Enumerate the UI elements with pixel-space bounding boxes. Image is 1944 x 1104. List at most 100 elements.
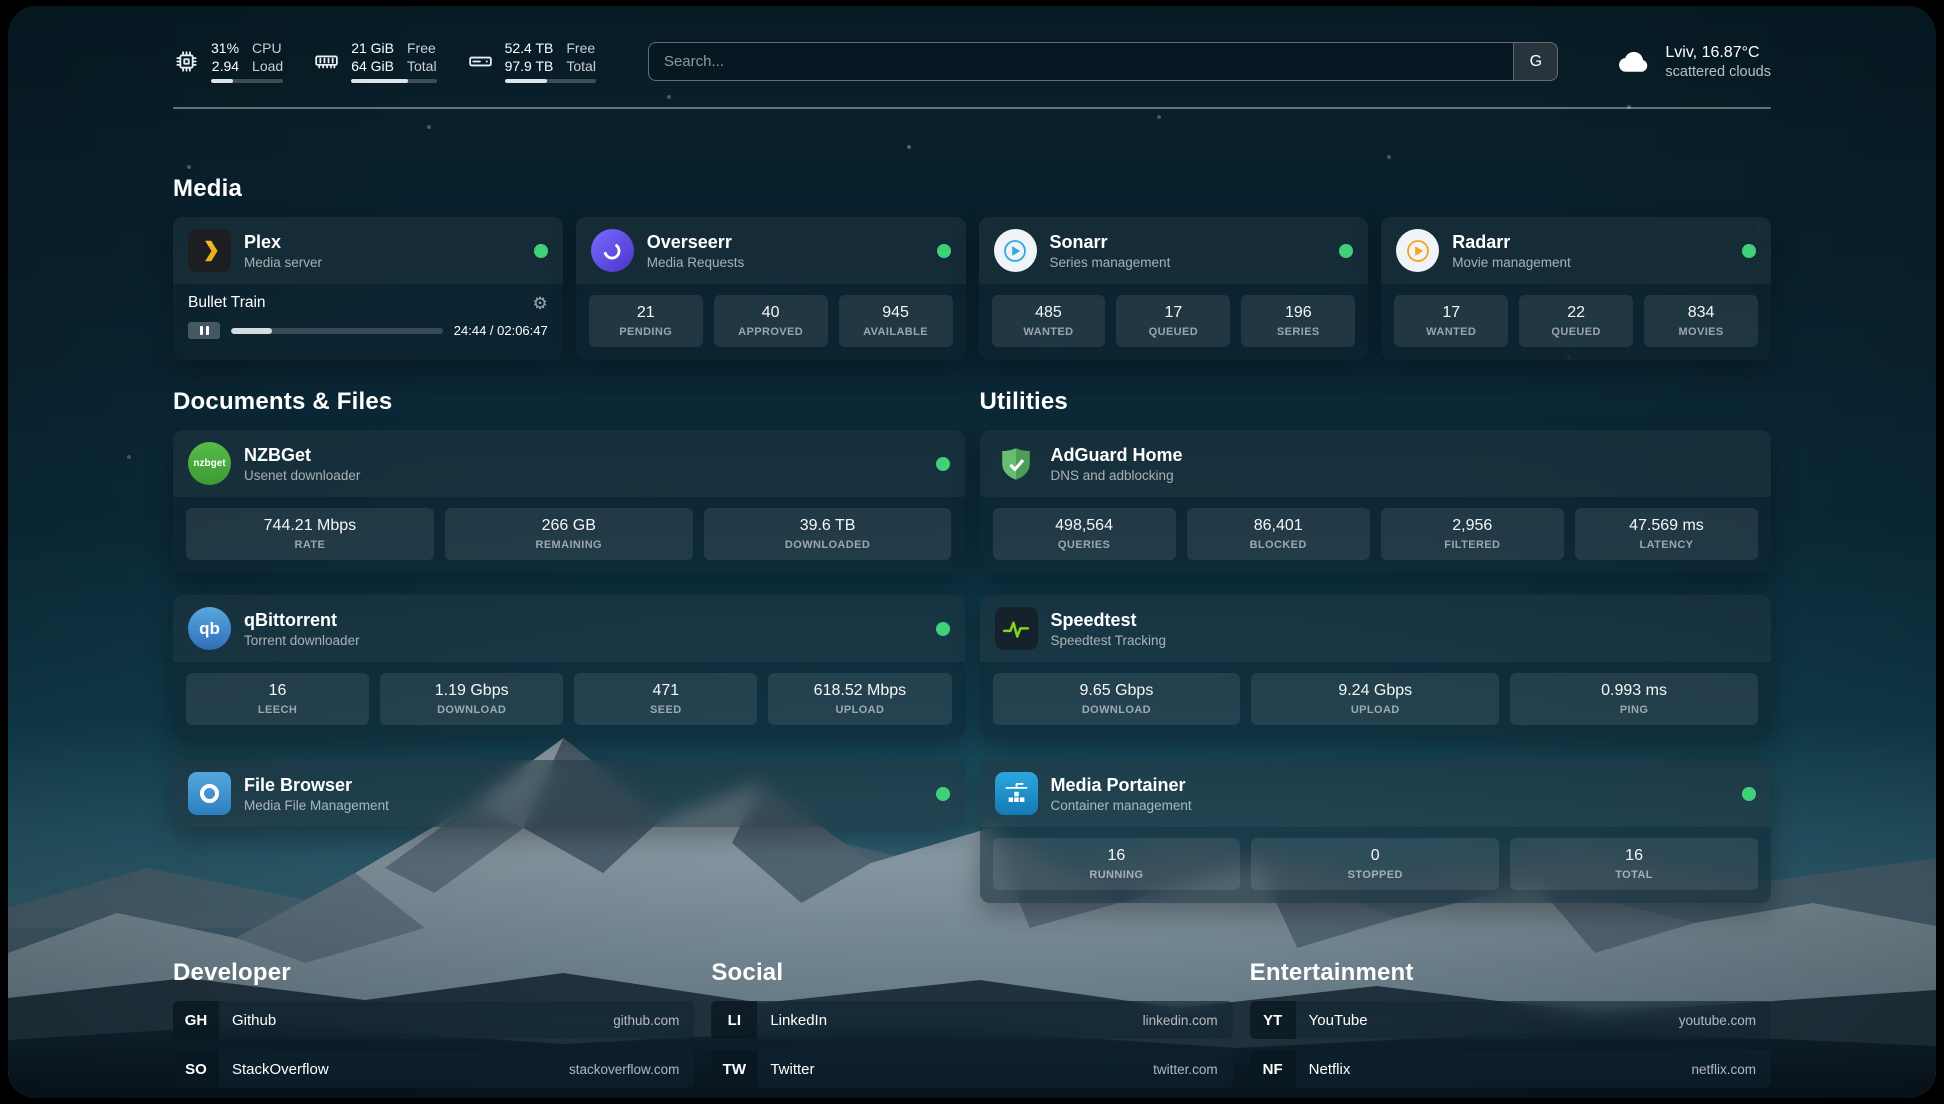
bookmark-group-developer: Developer GH Github github.com SO StackO… [173, 959, 694, 1098]
stat-box: 40 APPROVED [714, 295, 828, 347]
service-title: qBittorrent [244, 609, 360, 631]
memory-widget: 21 GiB Free 64 GiB Total [313, 40, 436, 83]
bookmark-abbr: TW [711, 1050, 757, 1088]
service-card-sonarr: Sonarr Series management 485 WANTED 17 Q… [979, 217, 1369, 360]
bookmark-linkedin[interactable]: LI LinkedIn linkedin.com [711, 1001, 1232, 1039]
service-subtitle: Series management [1050, 254, 1171, 271]
stat-box: 16 LEECH [186, 673, 369, 725]
bookmark-name: Netflix [1296, 1061, 1351, 1078]
service-meta: Radarr Movie management [1452, 231, 1571, 271]
bookmark-domain: youtube.com [1679, 1013, 1771, 1028]
radarr-icon [1396, 229, 1439, 272]
bookmark-abbr: LI [711, 1001, 757, 1039]
stat-box: 39.6 TB DOWNLOADED [704, 508, 952, 560]
bookmarks-row: Developer GH Github github.com SO StackO… [173, 959, 1771, 1098]
service-subtitle: Media Requests [647, 254, 745, 271]
sonarr-icon [994, 229, 1037, 272]
playback-progress-bar[interactable] [231, 328, 443, 334]
section-title-entertainment: Entertainment [1250, 959, 1771, 987]
status-dot [1742, 787, 1756, 801]
service-link-adguard[interactable]: AdGuard Home DNS and adblocking [980, 430, 1772, 497]
service-stats: 21 PENDING 40 APPROVED 945 AVAILABLE [576, 284, 966, 360]
bookmark-name: Twitter [757, 1061, 814, 1078]
section-title-documents: Documents & Files [173, 388, 965, 416]
adguard-shield-icon [995, 442, 1038, 485]
filebrowser-icon [188, 772, 231, 815]
service-stats: 9.65 Gbps DOWNLOAD 9.24 Gbps UPLOAD 0.99… [980, 662, 1772, 738]
service-link-sonarr[interactable]: Sonarr Series management [979, 217, 1369, 284]
service-stats: 16 LEECH 1.19 Gbps DOWNLOAD 471 SEED 6 [173, 662, 965, 738]
bookmark-group-social: Social LI LinkedIn linkedin.com TW Twitt… [711, 959, 1232, 1098]
media-card-grid: Plex Media server Bullet Train ⚙ [173, 217, 1771, 360]
service-link-filebrowser[interactable]: File Browser Media File Management [173, 760, 965, 827]
portainer-crane-icon [995, 772, 1038, 815]
service-link-radarr[interactable]: Radarr Movie management [1381, 217, 1771, 284]
service-link-speedtest[interactable]: Speedtest Speedtest Tracking [980, 595, 1772, 662]
dashboard-content: 31% CPU 2.94 Load [8, 6, 1936, 1098]
status-dot [937, 244, 951, 258]
speedtest-pulse-icon [995, 607, 1038, 650]
pause-button[interactable] [188, 322, 220, 339]
stat-box: 16 TOTAL [1510, 838, 1758, 890]
service-title: AdGuard Home [1051, 444, 1183, 466]
bookmark-domain: stackoverflow.com [569, 1062, 694, 1077]
cpu-usage-bar [211, 79, 283, 83]
bookmark-domain: linkedin.com [1143, 1013, 1233, 1028]
cpu-icon [173, 48, 200, 75]
service-stats: 17 WANTED 22 QUEUED 834 MOVIES [1381, 284, 1771, 360]
service-card-filebrowser: File Browser Media File Management [173, 760, 965, 827]
service-meta: File Browser Media File Management [244, 774, 389, 814]
resource-widgets: 31% CPU 2.94 Load [173, 40, 596, 83]
player-row: 24:44 / 02:06:47 [173, 316, 563, 353]
section-title-utilities: Utilities [980, 388, 1772, 416]
disk-total-label: Total [566, 58, 596, 75]
cpu-percent: 31% [211, 40, 239, 57]
search-input[interactable] [648, 42, 1558, 81]
service-link-qbittorrent[interactable]: qb qBittorrent Torrent downloader [173, 595, 965, 662]
qbittorrent-icon: qb [188, 607, 231, 650]
memory-icon [313, 48, 340, 75]
cpu-readout: 31% CPU 2.94 Load [211, 40, 283, 83]
memory-usage-bar [351, 79, 436, 83]
search-provider-button[interactable]: G [1513, 43, 1557, 80]
status-dot [936, 457, 950, 471]
service-card-portainer: Media Portainer Container management 16 … [980, 760, 1772, 903]
disk-total-value: 97.9 TB [505, 58, 554, 75]
stat-box: 22 QUEUED [1519, 295, 1633, 347]
stat-box: 47.569 ms LATENCY [1575, 508, 1758, 560]
stat-box: 1.19 Gbps DOWNLOAD [380, 673, 563, 725]
service-subtitle: Movie management [1452, 254, 1571, 271]
service-link-portainer[interactable]: Media Portainer Container management [980, 760, 1772, 827]
middle-columns: Documents & Files nzbget NZBGet Usenet d… [173, 388, 1771, 903]
dashboard-screen: 31% CPU 2.94 Load [8, 6, 1936, 1098]
service-stats: 498,564 QUERIES 86,401 BLOCKED 2,956 FIL… [980, 497, 1772, 573]
service-title: Speedtest [1051, 609, 1167, 631]
service-link-nzbget[interactable]: nzbget NZBGet Usenet downloader [173, 430, 965, 497]
cpu-load-value: 2.94 [211, 58, 239, 75]
service-link-plex[interactable]: Plex Media server [173, 217, 563, 284]
service-link-overseerr[interactable]: Overseerr Media Requests [576, 217, 966, 284]
playback-time: 24:44 / 02:06:47 [454, 323, 548, 338]
service-subtitle: Torrent downloader [244, 632, 360, 649]
bookmark-twitter[interactable]: TW Twitter twitter.com [711, 1050, 1232, 1088]
hard-drive-icon [467, 48, 494, 75]
bookmark-youtube[interactable]: YT YouTube youtube.com [1250, 1001, 1771, 1039]
bookmark-netflix[interactable]: NF Netflix netflix.com [1250, 1050, 1771, 1088]
disk-widget: 52.4 TB Free 97.9 TB Total [467, 40, 596, 83]
disk-readout: 52.4 TB Free 97.9 TB Total [505, 40, 596, 83]
service-subtitle: Container management [1051, 797, 1192, 814]
settings-gear-icon[interactable]: ⚙ [533, 295, 548, 312]
bookmark-github[interactable]: GH Github github.com [173, 1001, 694, 1039]
disk-free-label: Free [566, 40, 596, 57]
stat-box: 0 STOPPED [1251, 838, 1499, 890]
bookmark-name: LinkedIn [757, 1012, 827, 1029]
memory-readout: 21 GiB Free 64 GiB Total [351, 40, 436, 83]
section-media: Media Plex Media server [173, 175, 1771, 360]
stat-box: 618.52 Mbps UPLOAD [768, 673, 951, 725]
now-playing-title: Bullet Train [188, 294, 266, 312]
service-meta: qBittorrent Torrent downloader [244, 609, 360, 649]
bookmark-stackoverflow[interactable]: SO StackOverflow stackoverflow.com [173, 1050, 694, 1088]
service-meta: Overseerr Media Requests [647, 231, 745, 271]
cpu-label: CPU [252, 40, 283, 57]
stat-box: 21 PENDING [589, 295, 703, 347]
